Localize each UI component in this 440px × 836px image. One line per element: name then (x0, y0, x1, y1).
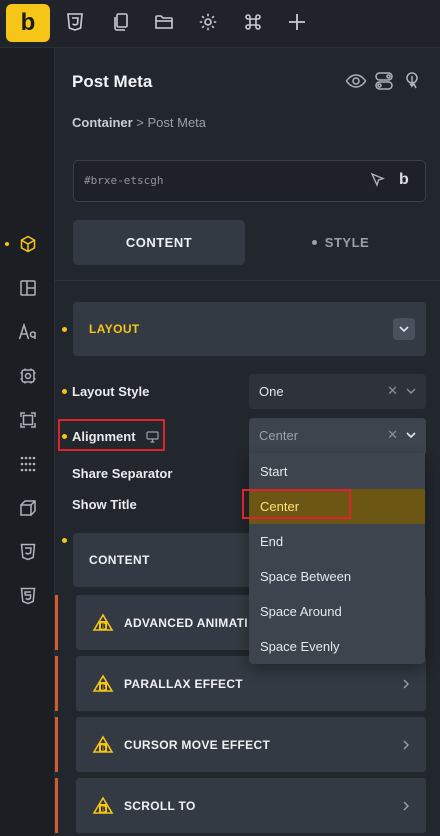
alignment-value: Center (259, 428, 299, 443)
alignment-select[interactable]: Center ✕ (249, 418, 426, 453)
left-rail (0, 48, 55, 836)
html5-icon[interactable] (17, 585, 39, 607)
top-toolbar: b (0, 0, 440, 48)
dropdown-option-end[interactable]: End (249, 524, 425, 559)
desktop-icon[interactable] (146, 430, 160, 443)
alignment-dot (62, 434, 67, 439)
toggle-icon[interactable] (373, 70, 395, 92)
svg-text:B: B (100, 623, 105, 631)
pointer-icon[interactable] (401, 70, 423, 92)
breadcrumb: Container > Post Meta (72, 115, 206, 130)
component-icon[interactable] (17, 365, 39, 387)
element-id-field[interactable]: #brxe-etscgh b (73, 160, 426, 202)
extension-accent (55, 595, 58, 650)
active-indicator (5, 242, 9, 246)
folder-icon[interactable] (153, 11, 175, 33)
dropdown-option-space-between[interactable]: Space Between (249, 559, 425, 594)
chevron-down-icon[interactable] (393, 318, 415, 340)
layout-style-label: Layout Style (72, 384, 150, 399)
content-section-label: CONTENT (89, 553, 150, 567)
clear-icon[interactable]: ✕ (387, 427, 398, 443)
extension-row[interactable]: B PARALLAX EFFECT (55, 656, 440, 711)
extension-accent (55, 717, 58, 772)
tab-content-label: CONTENT (125, 235, 193, 250)
extension-accent (55, 778, 58, 833)
breadcrumb-separator: > (132, 115, 148, 130)
breadcrumb-parent[interactable]: Container (72, 115, 133, 130)
cursor-select-icon[interactable] (370, 172, 388, 190)
extension-card[interactable]: B CURSOR MOVE EFFECT (76, 717, 426, 772)
extension-row[interactable]: B CURSOR MOVE EFFECT (55, 717, 440, 772)
css3-icon[interactable] (17, 541, 39, 563)
chevron-right-icon[interactable] (400, 799, 412, 811)
layout-icon[interactable] (17, 277, 39, 299)
layout-section-label: LAYOUT (89, 322, 140, 336)
panel-title: Post Meta (72, 72, 153, 91)
extension-label: SCROLL TO (124, 799, 196, 813)
box-icon[interactable] (17, 233, 39, 255)
content-section-dot (62, 538, 67, 543)
typography-icon[interactable] (17, 321, 39, 343)
chevron-right-icon[interactable] (400, 677, 412, 689)
cube-icon[interactable] (17, 497, 39, 519)
chevron-right-icon[interactable] (400, 738, 412, 750)
extension-label: CURSOR MOVE EFFECT (124, 738, 271, 752)
style-dot (311, 240, 317, 245)
layout-style-dot (62, 389, 67, 394)
element-id-text: #brxe-etscgh (84, 174, 164, 187)
bricks-logo-button[interactable]: b (6, 4, 50, 42)
tab-style[interactable]: STYLE (255, 220, 426, 265)
eye-icon[interactable] (345, 70, 367, 92)
extension-icon: B (92, 612, 114, 634)
dropdown-option-space-evenly[interactable]: Space Evenly (249, 629, 425, 664)
bricks-b-icon[interactable]: b (399, 171, 417, 189)
element-panel: Post Meta Container > Post Meta #brxe-et… (55, 48, 440, 836)
extension-card[interactable]: B SCROLL TO (76, 778, 426, 833)
layout-section-header[interactable]: LAYOUT (73, 302, 426, 356)
chevron-down-icon[interactable] (404, 428, 418, 442)
logo-letter: b (20, 9, 36, 36)
pages-icon[interactable] (110, 11, 132, 33)
grid-dots-icon[interactable] (17, 453, 39, 475)
command-icon[interactable] (242, 11, 264, 33)
content-section-header[interactable]: CONTENT (73, 533, 253, 587)
alignment-label: Alignment (72, 429, 136, 444)
extension-card[interactable]: B PARALLAX EFFECT (76, 656, 426, 711)
tab-content[interactable]: CONTENT (73, 220, 245, 265)
frame-icon[interactable] (17, 409, 39, 431)
layout-style-select[interactable]: One ✕ (249, 374, 426, 409)
extension-icon: B (92, 734, 114, 756)
svg-text:B: B (100, 806, 105, 814)
show-title-label: Show Title (72, 497, 137, 512)
alignment-dropdown: Start Center End Space Between Space Aro… (249, 453, 425, 664)
svg-text:B: B (100, 684, 105, 692)
svg-text:B: B (100, 745, 105, 753)
extension-icon: B (92, 795, 114, 817)
layout-section-dot (62, 327, 67, 332)
breadcrumb-current: Post Meta (147, 115, 207, 130)
extension-accent (55, 656, 58, 711)
layout-style-value: One (259, 384, 284, 399)
tab-style-label: STYLE (324, 235, 370, 250)
share-separator-label: Share Separator (72, 466, 173, 481)
dropdown-option-space-around[interactable]: Space Around (249, 594, 425, 629)
divider (55, 280, 440, 281)
add-icon[interactable] (286, 11, 308, 33)
dropdown-option-center[interactable]: Center (249, 489, 425, 524)
extension-label: PARALLAX EFFECT (124, 677, 243, 691)
css3-icon[interactable] (64, 11, 86, 33)
chevron-down-icon[interactable] (404, 384, 418, 398)
clear-icon[interactable]: ✕ (387, 383, 398, 399)
settings-icon[interactable] (197, 11, 219, 33)
extension-label: ADVANCED ANIMATI (124, 616, 248, 630)
extension-row[interactable]: B SCROLL TO (55, 778, 440, 833)
dropdown-option-start[interactable]: Start (249, 454, 425, 489)
extension-icon: B (92, 673, 114, 695)
